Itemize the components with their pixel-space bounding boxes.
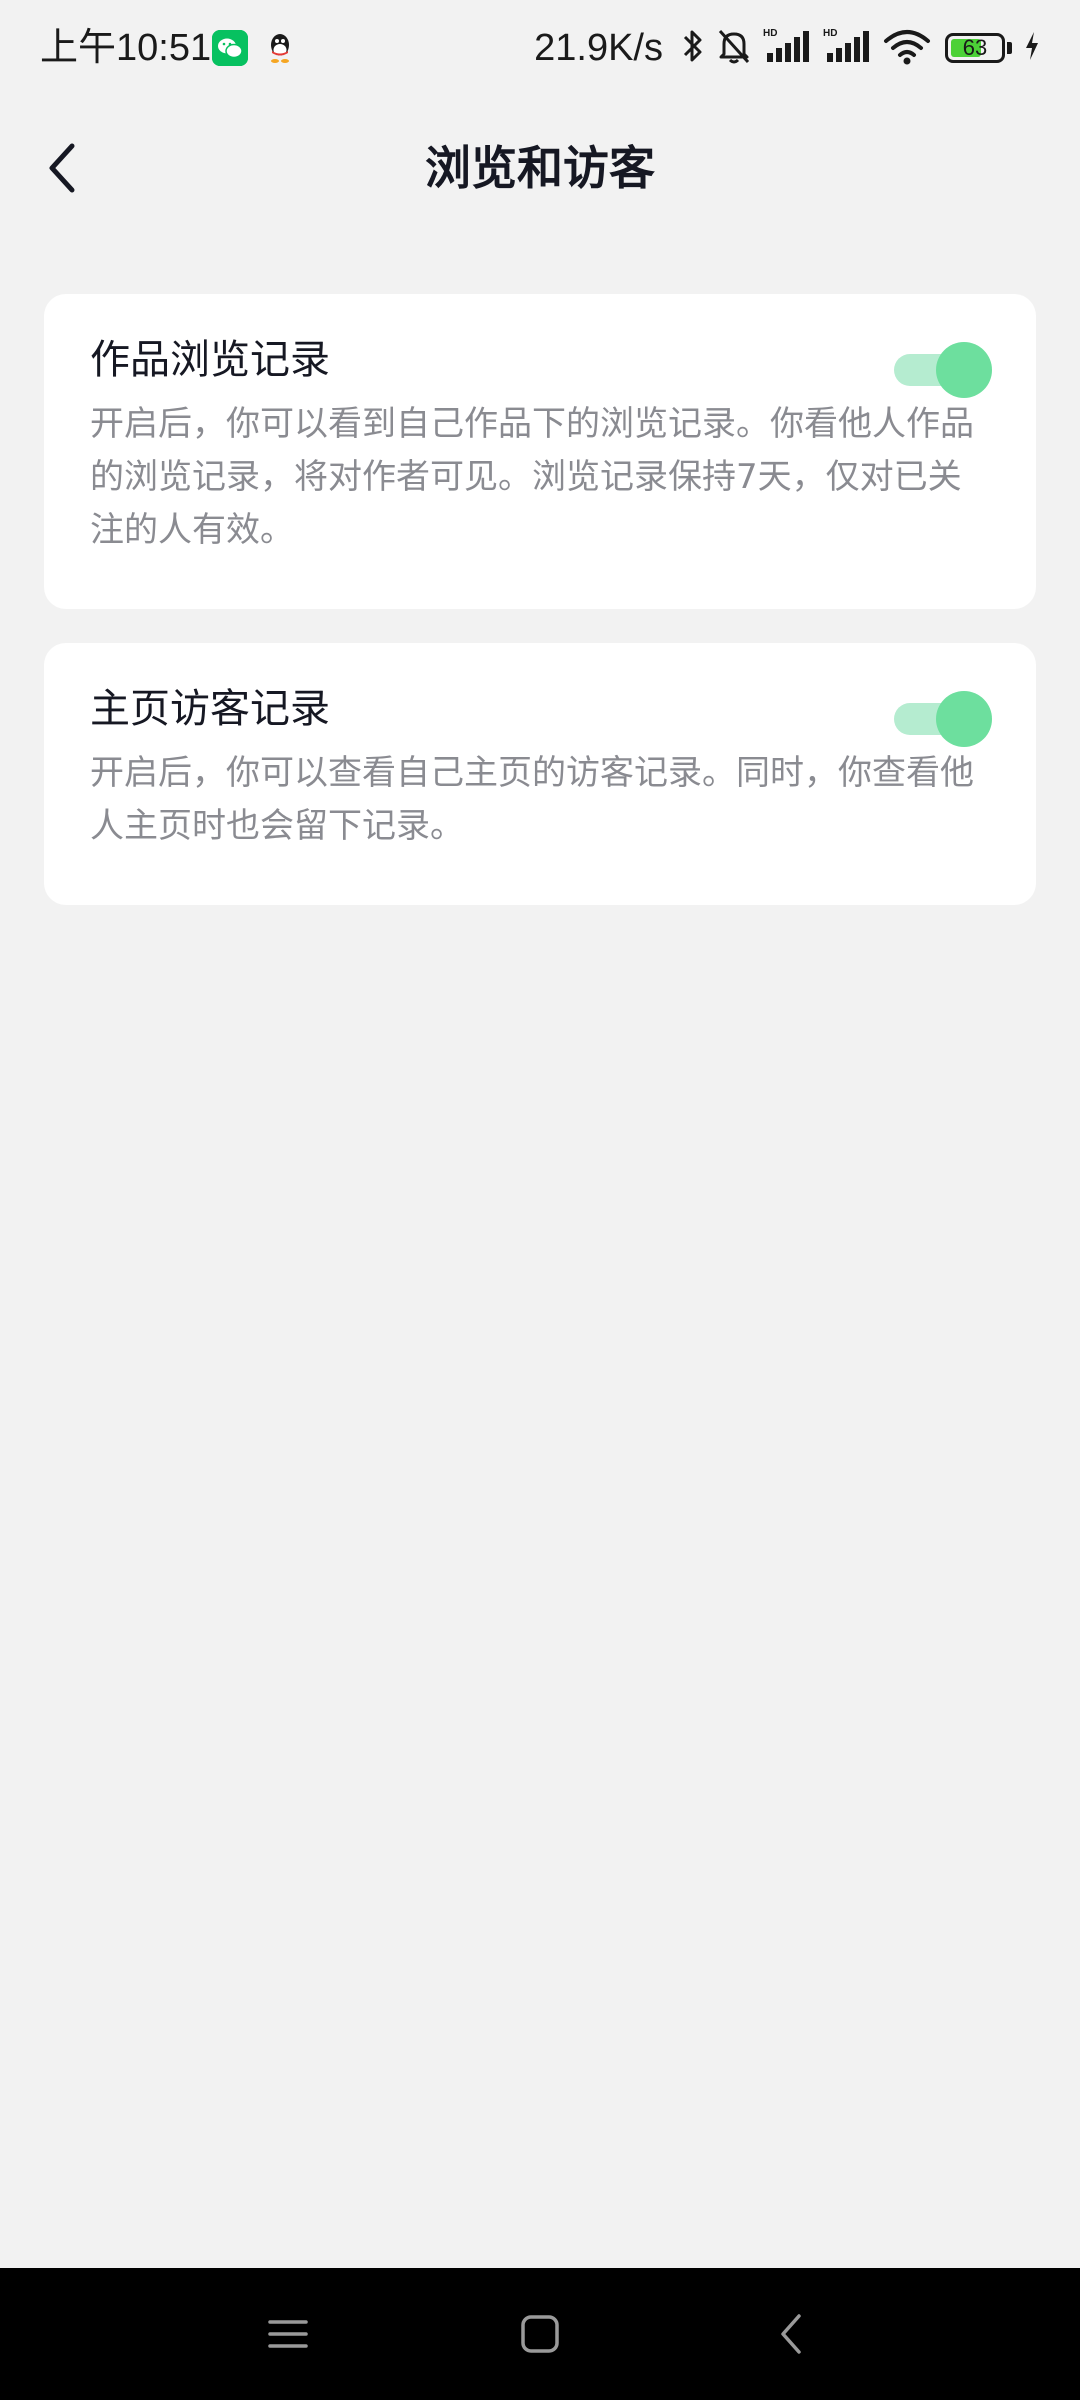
home-square-icon xyxy=(521,2315,559,2353)
toggle-thumb xyxy=(936,342,992,398)
bluetooth-icon xyxy=(681,26,705,70)
status-time: 上午10:51 xyxy=(40,27,212,69)
status-bar: 上午10:51 21.9K/s HD HD 63 xyxy=(0,0,1080,96)
hd-signal-icon: HD xyxy=(823,26,873,70)
setting-card-profile-visitors: 主页访客记录 开启后，你可以查看自己主页的访客记录。同时，你查看他人主页时也会留… xyxy=(44,643,1036,905)
page-header: 浏览和访客 xyxy=(0,96,1080,238)
svg-text:HD: HD xyxy=(823,28,837,39)
charging-icon xyxy=(1022,26,1042,70)
toggle-thumb xyxy=(936,691,992,747)
profile-visitors-toggle[interactable] xyxy=(894,689,992,749)
svg-text:HD: HD xyxy=(763,28,777,39)
setting-card-work-views: 作品浏览记录 开启后，你可以看到自己作品下的浏览记录。你看他人作品的浏览记录，将… xyxy=(44,294,1036,609)
qq-icon xyxy=(262,30,298,66)
battery-cap xyxy=(1007,42,1012,54)
setting-title: 主页访客记录 xyxy=(90,686,330,732)
system-back-button[interactable] xyxy=(762,2304,822,2364)
work-views-toggle[interactable] xyxy=(894,340,992,400)
battery-level: 63 xyxy=(962,35,988,60)
status-indicators: 21.9K/s HD HD 63 xyxy=(534,22,1042,74)
menu-icon xyxy=(268,2320,308,2348)
mute-bell-icon xyxy=(715,26,753,70)
wifi-icon xyxy=(883,26,931,70)
hd-signal-icon: HD xyxy=(763,26,813,70)
battery-icon: 63 xyxy=(945,33,1005,63)
home-button[interactable] xyxy=(510,2304,570,2364)
setting-title: 作品浏览记录 xyxy=(90,337,330,383)
back-chevron-icon xyxy=(781,2314,801,2354)
wechat-icon xyxy=(212,30,248,66)
system-navigation-bar xyxy=(0,2268,1080,2400)
setting-description: 开启后，你可以看到自己作品下的浏览记录。你看他人作品的浏览记录，将对作者可见。浏… xyxy=(90,404,974,550)
recent-apps-button[interactable] xyxy=(258,2304,318,2364)
network-speed: 21.9K/s xyxy=(534,26,663,69)
setting-description: 开启后，你可以查看自己主页的访客记录。同时，你查看他人主页时也会留下记录。 xyxy=(90,753,974,846)
page-title: 浏览和访客 xyxy=(425,141,655,195)
